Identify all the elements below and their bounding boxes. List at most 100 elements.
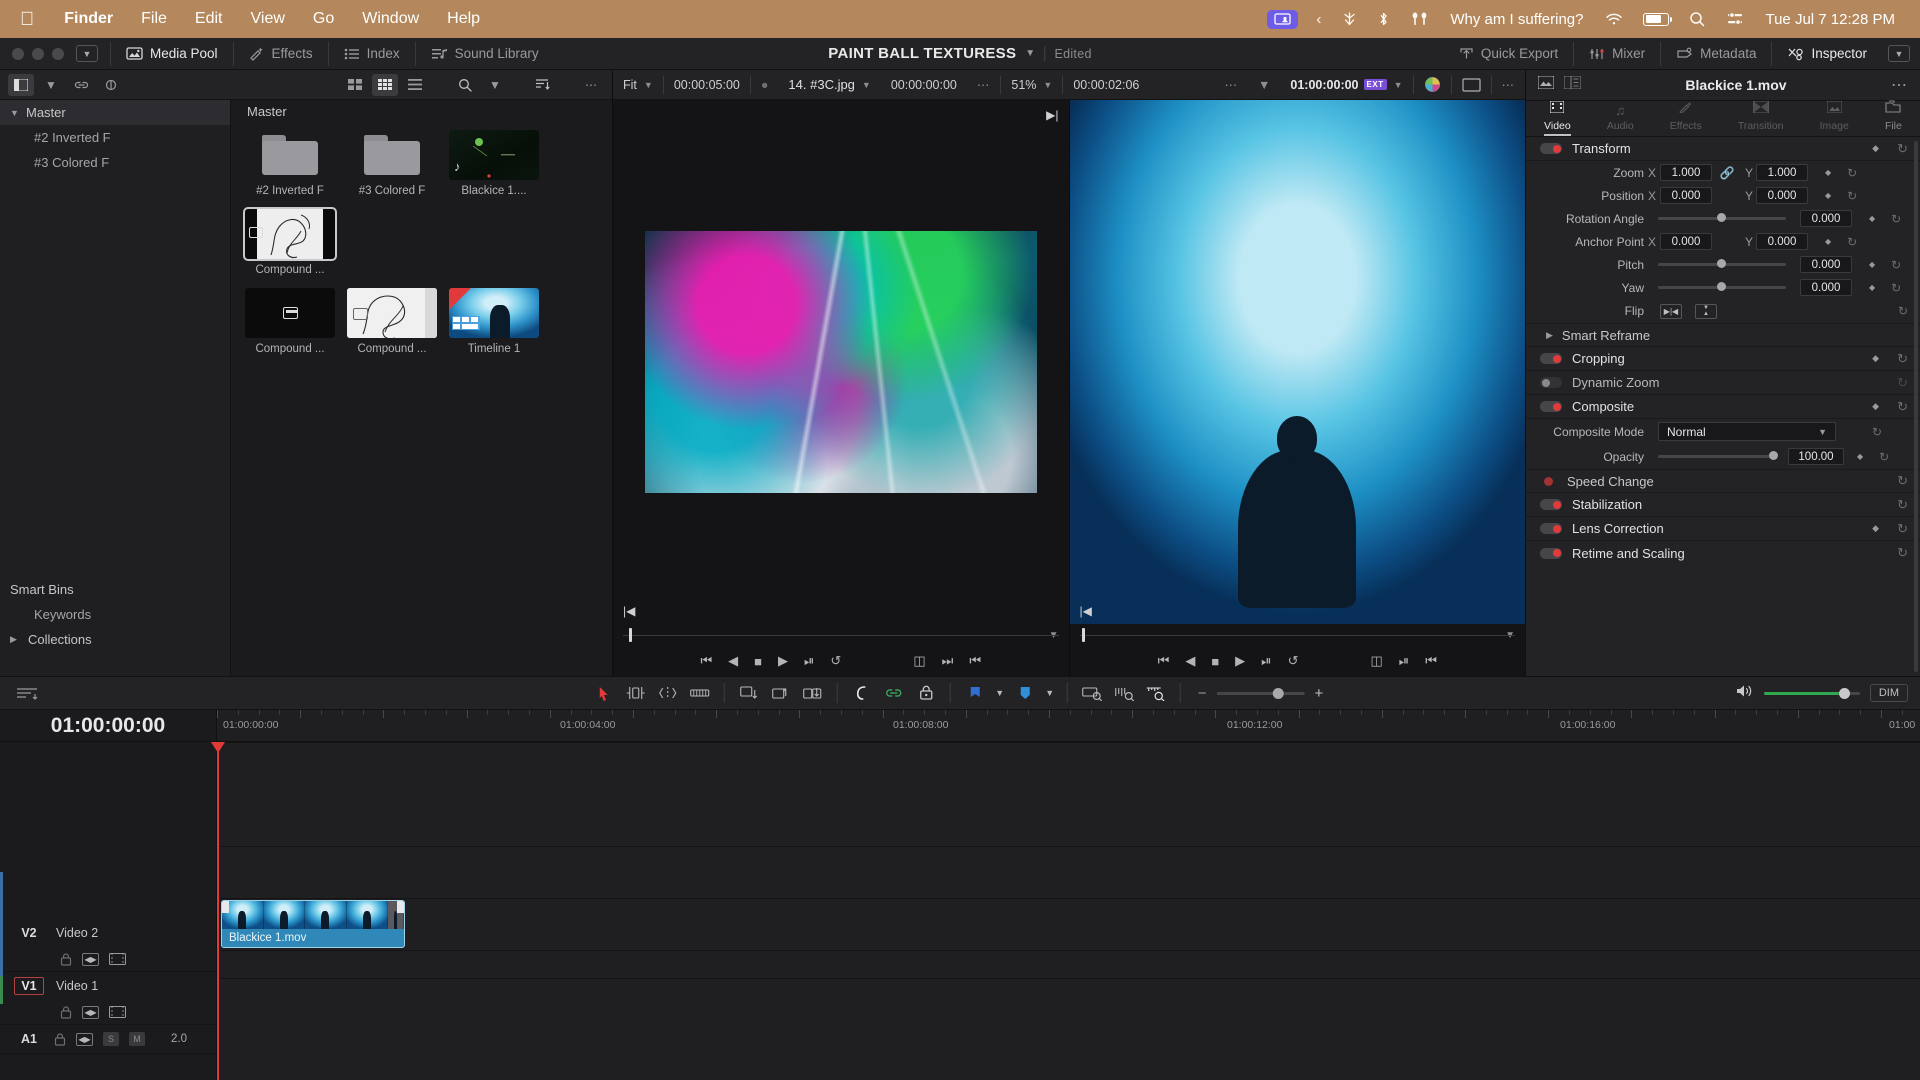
reset-icon[interactable]: ↻ (1847, 189, 1857, 203)
marker-icon[interactable] (1010, 680, 1040, 706)
video-enable-icon[interactable] (109, 953, 126, 965)
stop-icon[interactable]: ■ (1211, 654, 1219, 669)
reset-icon[interactable]: ↻ (1897, 399, 1908, 415)
position-y-input[interactable]: 0.000 (1756, 187, 1808, 204)
yaw-input[interactable]: 0.000 (1800, 279, 1852, 296)
flip-vertical-icon[interactable]: ▼ ▲ (1695, 303, 1717, 319)
keyframe-diamond-icon[interactable]: ◆ (1872, 353, 1879, 364)
section-cropping[interactable]: Cropping ◆ ↻ (1526, 347, 1920, 371)
battery-icon[interactable] (1643, 12, 1673, 26)
place-on-top-icon[interactable] (798, 680, 828, 706)
cropping-toggle[interactable] (1540, 353, 1562, 364)
dim-button[interactable]: DIM (1869, 684, 1908, 702)
clip-item-compound-dark[interactable]: Compound ... (245, 288, 335, 355)
menu-item-window[interactable]: Window (348, 10, 433, 28)
timeline-viewer-duration[interactable]: 00:00:02:06 (1063, 70, 1149, 100)
keyframe-diamond-icon[interactable]: ◆ (1869, 214, 1875, 223)
jump-to-end-icon[interactable]: ⏮ (969, 653, 981, 669)
audio-channel-count[interactable]: 2.0 (171, 1033, 187, 1045)
quick-export-button[interactable]: Quick Export (1446, 38, 1571, 70)
more-options-icon[interactable]: ⋯ (1891, 75, 1908, 95)
rotation-slider[interactable] (1658, 213, 1786, 222)
keyframe-diamond-icon[interactable]: ◆ (1872, 401, 1879, 412)
reset-icon[interactable]: ↻ (1897, 545, 1908, 561)
source-playhead[interactable] (629, 628, 632, 642)
airpods-icon[interactable] (1400, 12, 1439, 26)
smart-bins-header[interactable]: Smart Bins (0, 577, 230, 602)
more-options-icon[interactable]: ⋯ (1215, 70, 1249, 100)
options-icon[interactable]: ⋯ (578, 74, 604, 96)
clip-trim-handle-left[interactable] (222, 901, 229, 913)
source-zoom-mode[interactable]: Fit ▼ (613, 70, 663, 100)
composite-toggle[interactable] (1540, 401, 1562, 412)
timeline-clip-blackice[interactable]: Blackice 1.mov (221, 900, 405, 948)
track-header-v1[interactable]: V1 Video 1 ◀▶ (0, 972, 216, 1025)
menu-item-file[interactable]: File (127, 10, 181, 28)
index-button[interactable]: Index (331, 38, 413, 70)
reset-icon[interactable]: ↻ (1897, 375, 1908, 391)
clip-item-compound-sketch2[interactable]: Compound ... (347, 288, 437, 355)
reset-icon[interactable]: ↻ (1891, 281, 1901, 295)
chevron-right-icon[interactable]: ▶ (10, 634, 20, 645)
timeline-viewer-timecode[interactable]: 01:00:00:00 EXT ▼ (1280, 70, 1412, 100)
keyframe-diamond-icon[interactable]: ◆ (1869, 283, 1875, 292)
trim-edit-icon[interactable] (621, 680, 651, 706)
play-icon[interactable]: ▶ (778, 653, 788, 669)
track-header-a1[interactable]: A1 ◀▶ S M 2.0 (0, 1025, 216, 1054)
razor-icon[interactable] (685, 680, 715, 706)
zoom-y-input[interactable]: 1.000 (1756, 164, 1808, 181)
wifi-network-name[interactable]: Why am I suffering? (1439, 11, 1594, 28)
speed-change-toggle[interactable] (1544, 476, 1553, 486)
keyframe-diamond-icon[interactable]: ◆ (1857, 452, 1863, 461)
reset-icon[interactable]: ↻ (1897, 497, 1908, 513)
keyframe-diamond-icon[interactable]: ◆ (1872, 143, 1879, 154)
tab-audio[interactable]: ♫ Audio (1607, 103, 1634, 136)
overwrite-icon[interactable] (766, 680, 796, 706)
mark-in-out-icon[interactable]: ◫ (913, 653, 925, 669)
mark-clip-icon[interactable]: ◫ (1370, 653, 1382, 669)
chevron-down-icon[interactable]: ▼ (1043, 80, 1052, 90)
auto-select-icon[interactable]: ◀▶ (82, 952, 99, 966)
track-name-v1[interactable]: Video 1 (56, 979, 98, 993)
tab-video[interactable]: Video (1544, 100, 1571, 136)
speaker-icon[interactable] (1736, 684, 1754, 703)
reset-icon[interactable]: ↻ (1891, 212, 1901, 226)
keyframe-diamond-icon[interactable]: ◆ (1825, 191, 1831, 200)
control-center-chevron-icon[interactable]: ‹ (1305, 11, 1332, 28)
reset-icon[interactable]: ↻ (1847, 166, 1857, 180)
timeline-zoom-percent[interactable]: 51% ▼ (1001, 70, 1062, 100)
menu-item-help[interactable]: Help (433, 10, 494, 28)
custom-zoom-icon[interactable] (1141, 680, 1171, 706)
next-frame-icon[interactable]: ▶| (1046, 108, 1058, 122)
media-pool-button[interactable]: Media Pool (113, 38, 231, 70)
minimize-button[interactable] (32, 47, 44, 60)
mixer-button[interactable]: Mixer (1576, 38, 1658, 70)
window-traffic-lights[interactable] (0, 47, 76, 60)
list-view-icon[interactable] (402, 74, 428, 96)
chevron-down-icon[interactable]: ▼ (10, 108, 20, 118)
jump-to-end-icon[interactable]: ⏯ (1399, 653, 1409, 669)
more-options-icon[interactable]: ⋯ (967, 70, 1001, 100)
zoom-x-input[interactable]: 1.000 (1660, 164, 1712, 181)
reset-icon[interactable]: ↻ (1897, 521, 1908, 537)
source-timecode[interactable]: 00:00:00:00 (881, 70, 967, 100)
inspector-scrollbar[interactable] (1914, 141, 1918, 672)
step-forward-icon[interactable]: ⏯ (804, 653, 814, 669)
bin-item-master[interactable]: ▼ Master (0, 100, 230, 125)
prev-edit-icon[interactable]: |◀ (623, 604, 635, 618)
section-dynamic-zoom[interactable]: Dynamic Zoom ↻ (1526, 371, 1920, 395)
dynamic-zoom-toggle[interactable] (1540, 377, 1562, 388)
effects-button[interactable]: Effects (236, 38, 326, 70)
track-lanes[interactable]: Blackice 1.mov (211, 742, 1920, 1080)
pitch-slider[interactable] (1658, 259, 1786, 268)
stop-icon[interactable]: ■ (754, 654, 762, 669)
loop-icon[interactable]: ↺ (830, 653, 841, 669)
source-duration[interactable]: 00:00:05:00 (664, 70, 750, 100)
track-name-v2[interactable]: Video 2 (56, 926, 98, 940)
inspector-button[interactable]: Inspector (1774, 38, 1880, 70)
chevron-down-icon[interactable]: ▼ (1025, 48, 1035, 59)
clip-item-timeline1[interactable]: Timeline 1 (449, 288, 539, 355)
video-enable-icon[interactable] (109, 1006, 126, 1018)
mute-button[interactable]: M (129, 1032, 145, 1046)
close-button[interactable] (12, 47, 24, 60)
